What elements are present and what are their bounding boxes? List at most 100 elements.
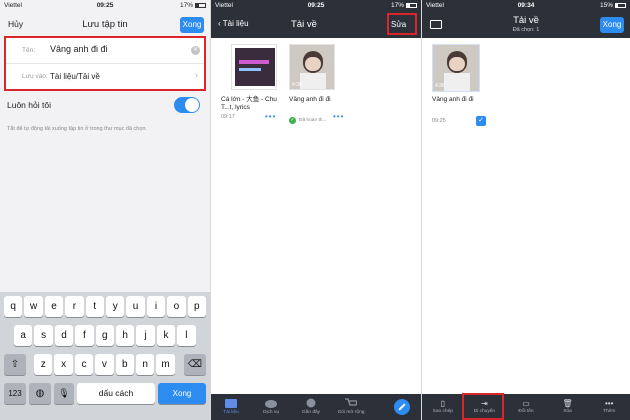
nav-bar: ‹ Tài liệu Tải về Sửa	[211, 12, 421, 38]
folder-value: Tài liệu/Tải về	[50, 72, 100, 81]
move-icon: ⇥	[481, 399, 488, 408]
key-p[interactable]: p	[187, 296, 206, 317]
toolbar-item-4[interactable]: ••• Thêm	[588, 394, 630, 420]
more-icon[interactable]: •••	[333, 112, 344, 121]
tab-label: Gói mở rộng	[337, 410, 365, 415]
clear-icon[interactable]: ✕	[191, 46, 200, 55]
key-k[interactable]: k	[156, 325, 176, 346]
file-name: Vâng anh đi đi	[432, 96, 474, 103]
chevron-right-icon: ›	[194, 70, 198, 81]
file-name-input[interactable]: Vâng anh đi đi	[50, 44, 108, 54]
nav-bar: Hủy Lưu tập tin Xong	[0, 12, 210, 38]
key-v[interactable]: v	[95, 354, 114, 375]
space-key[interactable]: dấu cách	[77, 383, 155, 404]
toolbar-item-0[interactable]: ▯ Sao chép	[422, 394, 464, 420]
numbers-key[interactable]: 123	[4, 383, 26, 404]
key-a[interactable]: a	[14, 325, 33, 346]
key-e[interactable]: e	[44, 296, 64, 317]
downloads-screen: Viettel 09:25 17% ‹ Tài liệu Tải về Sửa …	[211, 0, 421, 420]
file-thumbnail-1[interactable]	[231, 44, 277, 90]
nav-bar: Tải về Đã chọn: 1 Xong	[422, 12, 630, 38]
more-icon[interactable]: •••	[265, 112, 276, 121]
video-duration: 4:36	[435, 83, 445, 89]
key-s[interactable]: s	[34, 325, 53, 346]
key-g[interactable]: g	[95, 325, 114, 346]
battery-percent: 15%	[599, 2, 613, 9]
key-z[interactable]: z	[34, 354, 53, 375]
toolbar-label: Xóa	[563, 409, 572, 414]
microphone-key[interactable]: 🎙	[54, 383, 74, 404]
toolbar-item-2[interactable]: ▭ Đổi tên	[505, 394, 547, 420]
always-ask-toggle[interactable]	[174, 97, 200, 113]
folder-row[interactable]: Lưu vào: Tài liệu/Tải về ›	[6, 64, 204, 90]
toolbar-label: Di chuyển	[473, 409, 496, 414]
battery-indicator: 17%	[391, 0, 417, 12]
always-ask-label: Luôn hỏi tôi	[7, 100, 51, 110]
battery-icon	[195, 2, 206, 8]
key-i[interactable]: i	[146, 296, 166, 317]
toolbar-label: Đổi tên	[518, 409, 534, 414]
status-bar: Viettel 09:34 15%	[422, 0, 630, 12]
compass-button[interactable]	[394, 399, 410, 415]
done-button[interactable]: Xong	[600, 17, 624, 33]
globe-key[interactable]: ◍	[29, 383, 51, 404]
battery-percent: 17%	[390, 2, 404, 9]
file-thumbnail-selected[interactable]: 4:36	[432, 44, 480, 92]
rename-icon: ▭	[522, 399, 530, 408]
save-file-screen: Viettel 09:25 17% Hủy Lưu tập tin Xong T…	[0, 0, 210, 420]
key-w[interactable]: w	[24, 296, 43, 317]
back-button[interactable]: ‹ Tài liệu	[218, 19, 249, 28]
action-toolbar: ▯ Sao chép ⇥ Di chuyển ▭ Đổi tên 🗑 Xóa ••• Thêm	[422, 394, 630, 420]
save-form: Tên: Vâng anh đi đi ✕ Lưu vào: Tài liệu/…	[4, 36, 206, 91]
key-r[interactable]: r	[65, 296, 84, 317]
key-c[interactable]: c	[74, 354, 94, 375]
selected-count: Đã chọn: 1	[512, 27, 540, 33]
shift-key[interactable]: ⇧	[4, 354, 26, 375]
status-bar: Viettel 09:25 17%	[0, 0, 210, 12]
tab-0[interactable]: Tài liệu	[211, 394, 251, 420]
toolbar-label: Sao chép	[432, 409, 453, 414]
key-x[interactable]: x	[54, 354, 73, 375]
key-d[interactable]: d	[54, 325, 74, 346]
auto-download-hint: Tắt để tự động tải xuống tập tin ở trong…	[7, 126, 147, 132]
keyboard: qwertyuiop asdfghjkl zxcvbnm ⇧ ⌫ 123 ◍ 🎙…	[0, 292, 210, 420]
tab-label: Dịch vụ	[263, 410, 279, 415]
key-m[interactable]: m	[156, 354, 175, 375]
status-bar: Viettel 09:25 17%	[211, 0, 421, 12]
key-l[interactable]: l	[177, 325, 196, 346]
return-key[interactable]: Xong	[158, 383, 206, 404]
cloud-icon	[251, 398, 291, 408]
video-duration: 4:36	[292, 82, 302, 88]
file-name-row[interactable]: Tên: Vâng anh đi đi ✕	[6, 38, 204, 64]
key-q[interactable]: q	[4, 296, 23, 317]
backspace-key[interactable]: ⌫	[184, 354, 206, 375]
tab-1[interactable]: Dịch vụ	[251, 394, 291, 420]
key-b[interactable]: b	[115, 354, 134, 375]
tab-3[interactable]: Gói mở rộng	[331, 394, 371, 420]
tab-2[interactable]: Gần đây	[291, 394, 331, 420]
downloads-select-screen: Viettel 09:34 15% Tải về Đã chọn: 1 Xong…	[422, 0, 630, 420]
key-o[interactable]: o	[167, 296, 186, 317]
copy-icon: ▯	[440, 399, 445, 408]
edit-button[interactable]: Sửa	[391, 20, 406, 29]
key-y[interactable]: y	[106, 296, 125, 317]
file-name-2: Vâng anh đi đi	[289, 96, 331, 103]
page-title: Tải về	[513, 15, 539, 26]
clock-icon	[291, 398, 331, 408]
battery-icon	[615, 2, 626, 8]
battery-indicator: 17%	[180, 0, 206, 12]
key-t[interactable]: t	[85, 296, 104, 317]
toolbar-item-3[interactable]: 🗑 Xóa	[547, 394, 589, 420]
done-button[interactable]: Xong	[180, 17, 204, 33]
key-f[interactable]: f	[75, 325, 94, 346]
toolbar-item-1[interactable]: ⇥ Di chuyển	[464, 394, 506, 420]
key-h[interactable]: h	[116, 325, 135, 346]
file-time: 09:25	[432, 118, 446, 124]
battery-percent: 17%	[179, 2, 193, 9]
file-thumbnail-2[interactable]: 4:36	[289, 44, 335, 90]
folder-label: Lưu vào:	[22, 73, 48, 80]
selected-checkbox[interactable]: ✓	[476, 116, 486, 126]
key-u[interactable]: u	[126, 296, 145, 317]
key-j[interactable]: j	[136, 325, 155, 346]
key-n[interactable]: n	[136, 354, 155, 375]
